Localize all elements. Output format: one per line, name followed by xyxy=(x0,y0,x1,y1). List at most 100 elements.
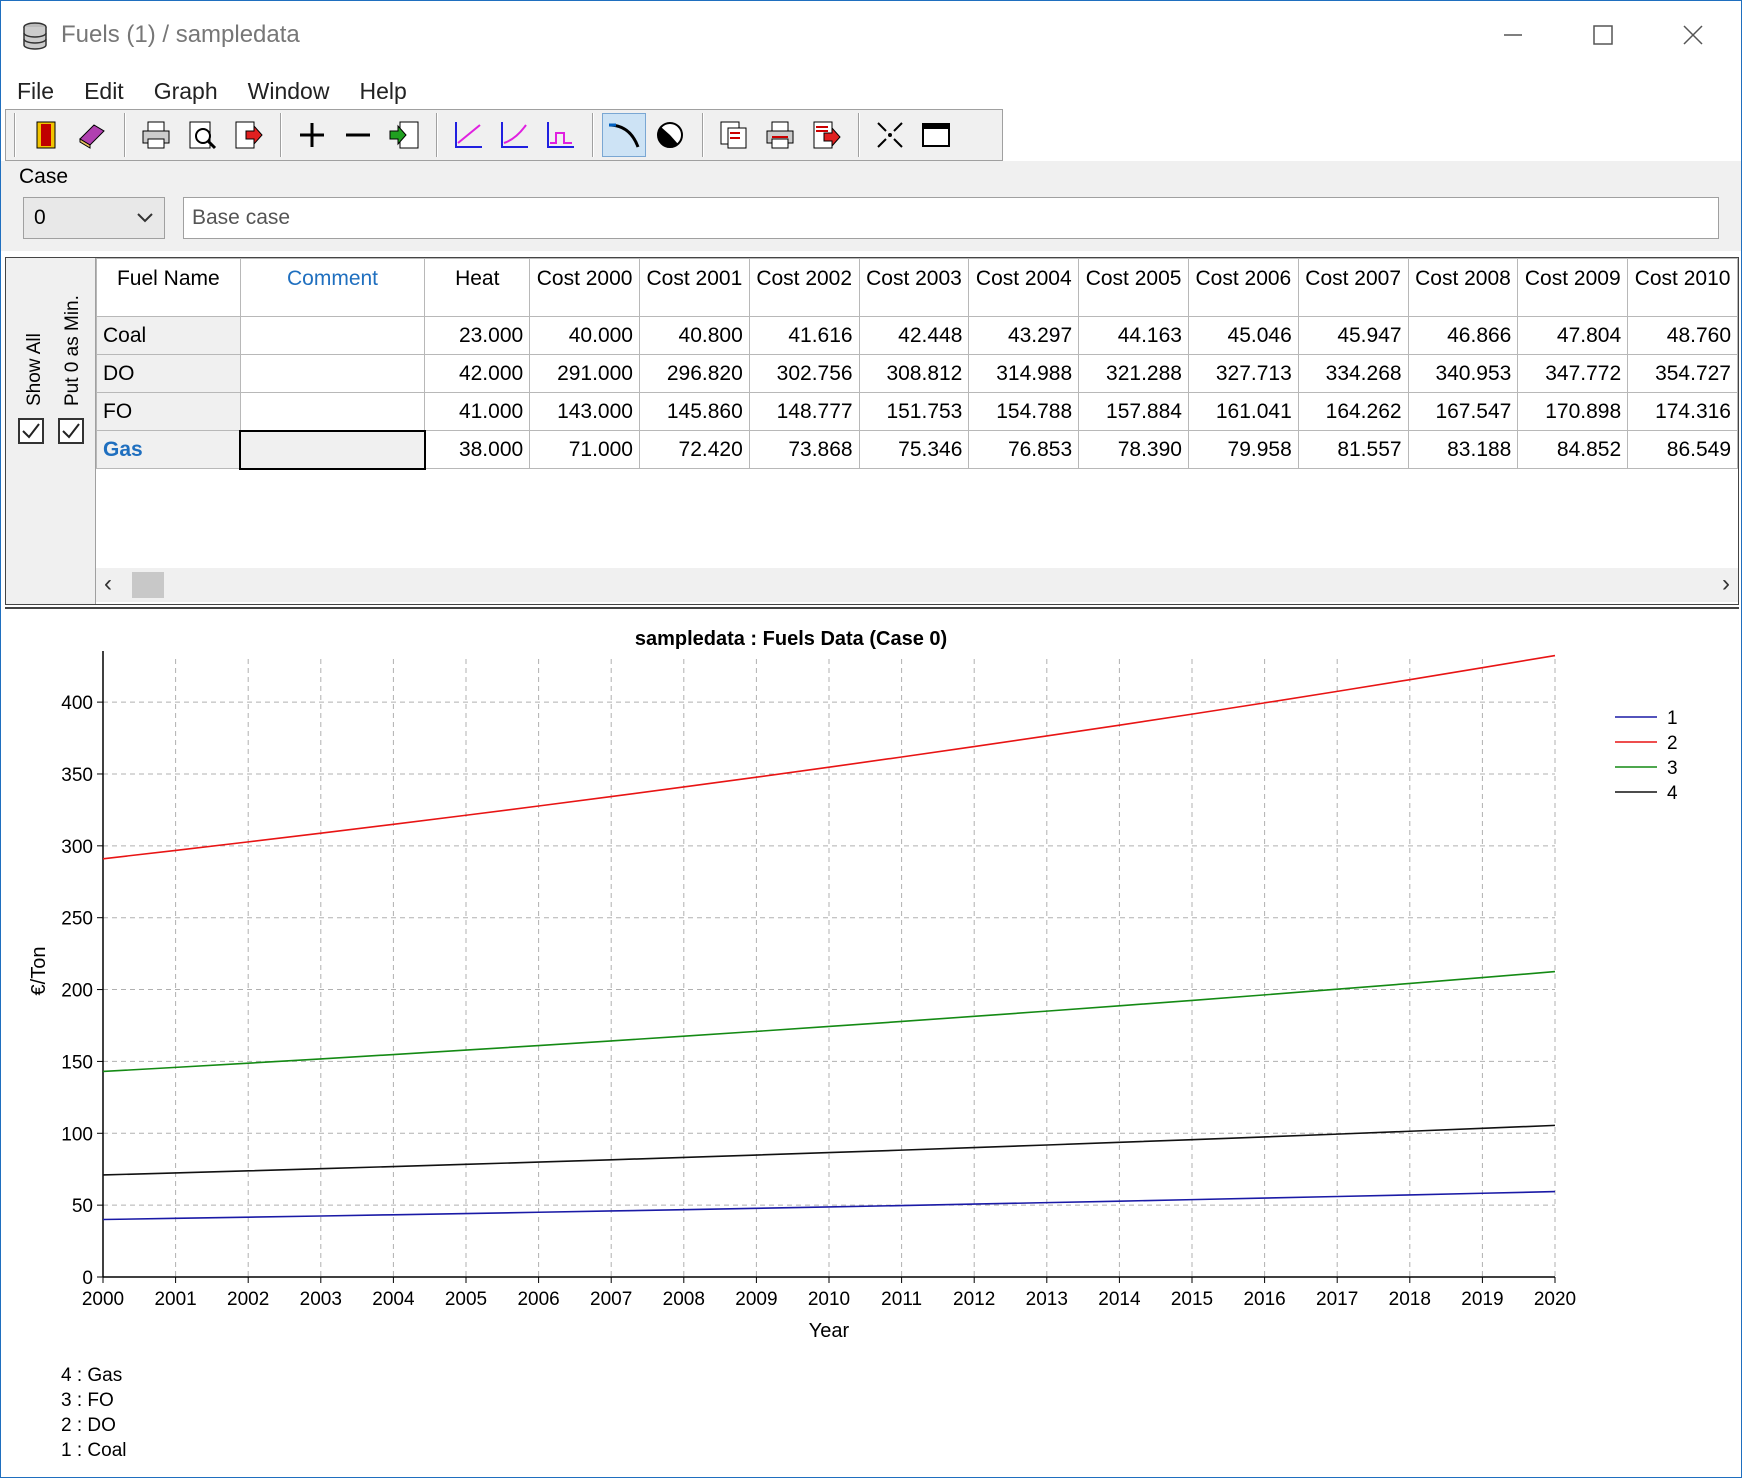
col-header-cost-2008[interactable]: Cost 2008 xyxy=(1407,258,1519,317)
value-cell[interactable]: 73.868 xyxy=(748,430,860,469)
value-cell[interactable]: 43.297 xyxy=(968,316,1080,355)
value-cell[interactable]: 40.800 xyxy=(638,316,750,355)
value-cell[interactable]: 308.812 xyxy=(858,354,970,393)
comment-cell[interactable] xyxy=(239,354,426,393)
case-description-field[interactable]: Base case xyxy=(183,197,1719,239)
scroll-right-icon[interactable]: › xyxy=(1722,570,1730,598)
maximize-icon[interactable] xyxy=(1563,9,1643,61)
minimize-icon[interactable] xyxy=(1473,9,1553,61)
curve-tool-icon[interactable] xyxy=(602,113,646,157)
value-cell[interactable]: 46.866 xyxy=(1407,316,1519,355)
window-icon[interactable] xyxy=(914,113,958,157)
value-cell[interactable]: 45.947 xyxy=(1297,316,1409,355)
value-cell[interactable]: 42.000 xyxy=(424,354,531,393)
value-cell[interactable]: 151.753 xyxy=(858,392,970,431)
print-preview-icon[interactable] xyxy=(180,113,224,157)
value-cell[interactable]: 79.958 xyxy=(1187,430,1299,469)
value-cell[interactable]: 321.288 xyxy=(1078,354,1189,393)
value-cell[interactable]: 83.188 xyxy=(1407,430,1519,469)
col-header-cost-2002[interactable]: Cost 2002 xyxy=(748,258,860,317)
comment-cell[interactable] xyxy=(239,392,426,431)
value-cell[interactable]: 75.346 xyxy=(858,430,970,469)
value-cell[interactable]: 81.557 xyxy=(1297,430,1409,469)
table-row[interactable]: Coal 23.000 40.000 40.800 41.616 42.448 43.297… xyxy=(96,316,1738,355)
value-cell[interactable]: 41.000 xyxy=(424,392,531,431)
value-cell[interactable]: 145.860 xyxy=(638,392,750,431)
col-header-cost-2000[interactable]: Cost 2000 xyxy=(529,258,640,317)
value-cell[interactable]: 41.616 xyxy=(748,316,860,355)
value-cell[interactable]: 167.547 xyxy=(1407,392,1519,431)
value-cell[interactable]: 47.804 xyxy=(1517,316,1629,355)
value-cell[interactable]: 143.000 xyxy=(529,392,640,431)
line-chart-alt-icon[interactable] xyxy=(492,113,536,157)
show-all-checkbox[interactable] xyxy=(18,418,44,444)
put-zero-min-checkbox[interactable] xyxy=(58,418,84,444)
copy-data-icon[interactable] xyxy=(712,113,756,157)
value-cell[interactable]: 76.853 xyxy=(968,430,1080,469)
value-cell[interactable]: 72.420 xyxy=(638,430,750,469)
import-icon[interactable] xyxy=(382,113,426,157)
menu-edit[interactable]: Edit xyxy=(68,71,138,111)
add-icon[interactable] xyxy=(290,113,334,157)
value-cell[interactable]: 71.000 xyxy=(529,430,640,469)
comment-cell[interactable] xyxy=(239,316,426,355)
value-cell[interactable]: 44.163 xyxy=(1078,316,1189,355)
value-cell[interactable]: 154.788 xyxy=(968,392,1080,431)
value-cell[interactable]: 38.000 xyxy=(424,430,531,469)
value-cell[interactable]: 296.820 xyxy=(638,354,750,393)
horizontal-scrollbar[interactable]: ‹ › xyxy=(96,568,1738,602)
pie-icon[interactable] xyxy=(648,113,692,157)
value-cell[interactable]: 347.772 xyxy=(1517,354,1629,393)
fuel-name-cell[interactable]: FO xyxy=(96,392,241,431)
menu-help[interactable]: Help xyxy=(343,71,420,111)
exit-icon[interactable] xyxy=(24,113,68,157)
comment-cell[interactable] xyxy=(239,429,426,470)
value-cell[interactable]: 148.777 xyxy=(748,392,860,431)
fuel-name-cell[interactable]: DO xyxy=(96,354,241,393)
case-select[interactable]: 0 xyxy=(23,197,165,239)
table-row[interactable]: FO 41.000 143.000 145.860 148.777 151.753 154.… xyxy=(96,392,1738,431)
value-cell[interactable]: 42.448 xyxy=(858,316,970,355)
value-cell[interactable]: 340.953 xyxy=(1407,354,1519,393)
value-cell[interactable]: 354.727 xyxy=(1627,354,1738,393)
value-cell[interactable]: 291.000 xyxy=(529,354,640,393)
value-cell[interactable]: 84.852 xyxy=(1517,430,1629,469)
value-cell[interactable]: 48.760 xyxy=(1627,316,1738,355)
col-header-cost-2006[interactable]: Cost 2006 xyxy=(1187,258,1299,317)
value-cell[interactable]: 161.041 xyxy=(1187,392,1299,431)
value-cell[interactable]: 334.268 xyxy=(1297,354,1409,393)
value-cell[interactable]: 170.898 xyxy=(1517,392,1629,431)
table-row[interactable]: DO 42.000 291.000 296.820 302.756 308.812 314.… xyxy=(96,354,1738,393)
scroll-thumb[interactable] xyxy=(132,572,164,598)
fit-icon[interactable] xyxy=(868,113,912,157)
table-row[interactable]: Gas 38.000 71.000 72.420 73.868 75.346 76.853 7… xyxy=(96,429,1738,470)
col-header-cost-2003[interactable]: Cost 2003 xyxy=(858,258,970,317)
line-chart-icon[interactable] xyxy=(446,113,490,157)
value-cell[interactable]: 314.988 xyxy=(968,354,1080,393)
export-data-icon[interactable] xyxy=(804,113,848,157)
menu-window[interactable]: Window xyxy=(232,71,344,111)
value-cell[interactable]: 45.046 xyxy=(1187,316,1299,355)
value-cell[interactable]: 157.884 xyxy=(1078,392,1189,431)
col-header-cost-2005[interactable]: Cost 2005 xyxy=(1078,258,1189,317)
col-header-fuel-name[interactable]: Fuel Name xyxy=(96,258,241,317)
menu-file[interactable]: File xyxy=(1,71,68,111)
value-cell[interactable]: 174.316 xyxy=(1627,392,1738,431)
export-icon[interactable] xyxy=(226,113,270,157)
col-header-cost-2009[interactable]: Cost 2009 xyxy=(1517,258,1629,317)
value-cell[interactable]: 23.000 xyxy=(424,316,531,355)
fuel-name-cell[interactable]: Gas xyxy=(96,430,241,469)
value-cell[interactable]: 302.756 xyxy=(748,354,860,393)
col-header-heat[interactable]: Heat xyxy=(424,258,531,317)
print-icon[interactable] xyxy=(134,113,178,157)
step-chart-icon[interactable] xyxy=(538,113,582,157)
col-header-comment[interactable]: Comment xyxy=(239,258,426,317)
col-header-cost-2004[interactable]: Cost 2004 xyxy=(968,258,1080,317)
book-icon[interactable] xyxy=(70,113,114,157)
value-cell[interactable]: 40.000 xyxy=(529,316,640,355)
col-header-cost-2001[interactable]: Cost 2001 xyxy=(638,258,750,317)
scroll-left-icon[interactable]: ‹ xyxy=(104,570,112,598)
col-header-cost-2010[interactable]: Cost 2010 xyxy=(1627,258,1738,317)
menu-graph[interactable]: Graph xyxy=(138,71,232,111)
col-header-cost-2007[interactable]: Cost 2007 xyxy=(1297,258,1409,317)
